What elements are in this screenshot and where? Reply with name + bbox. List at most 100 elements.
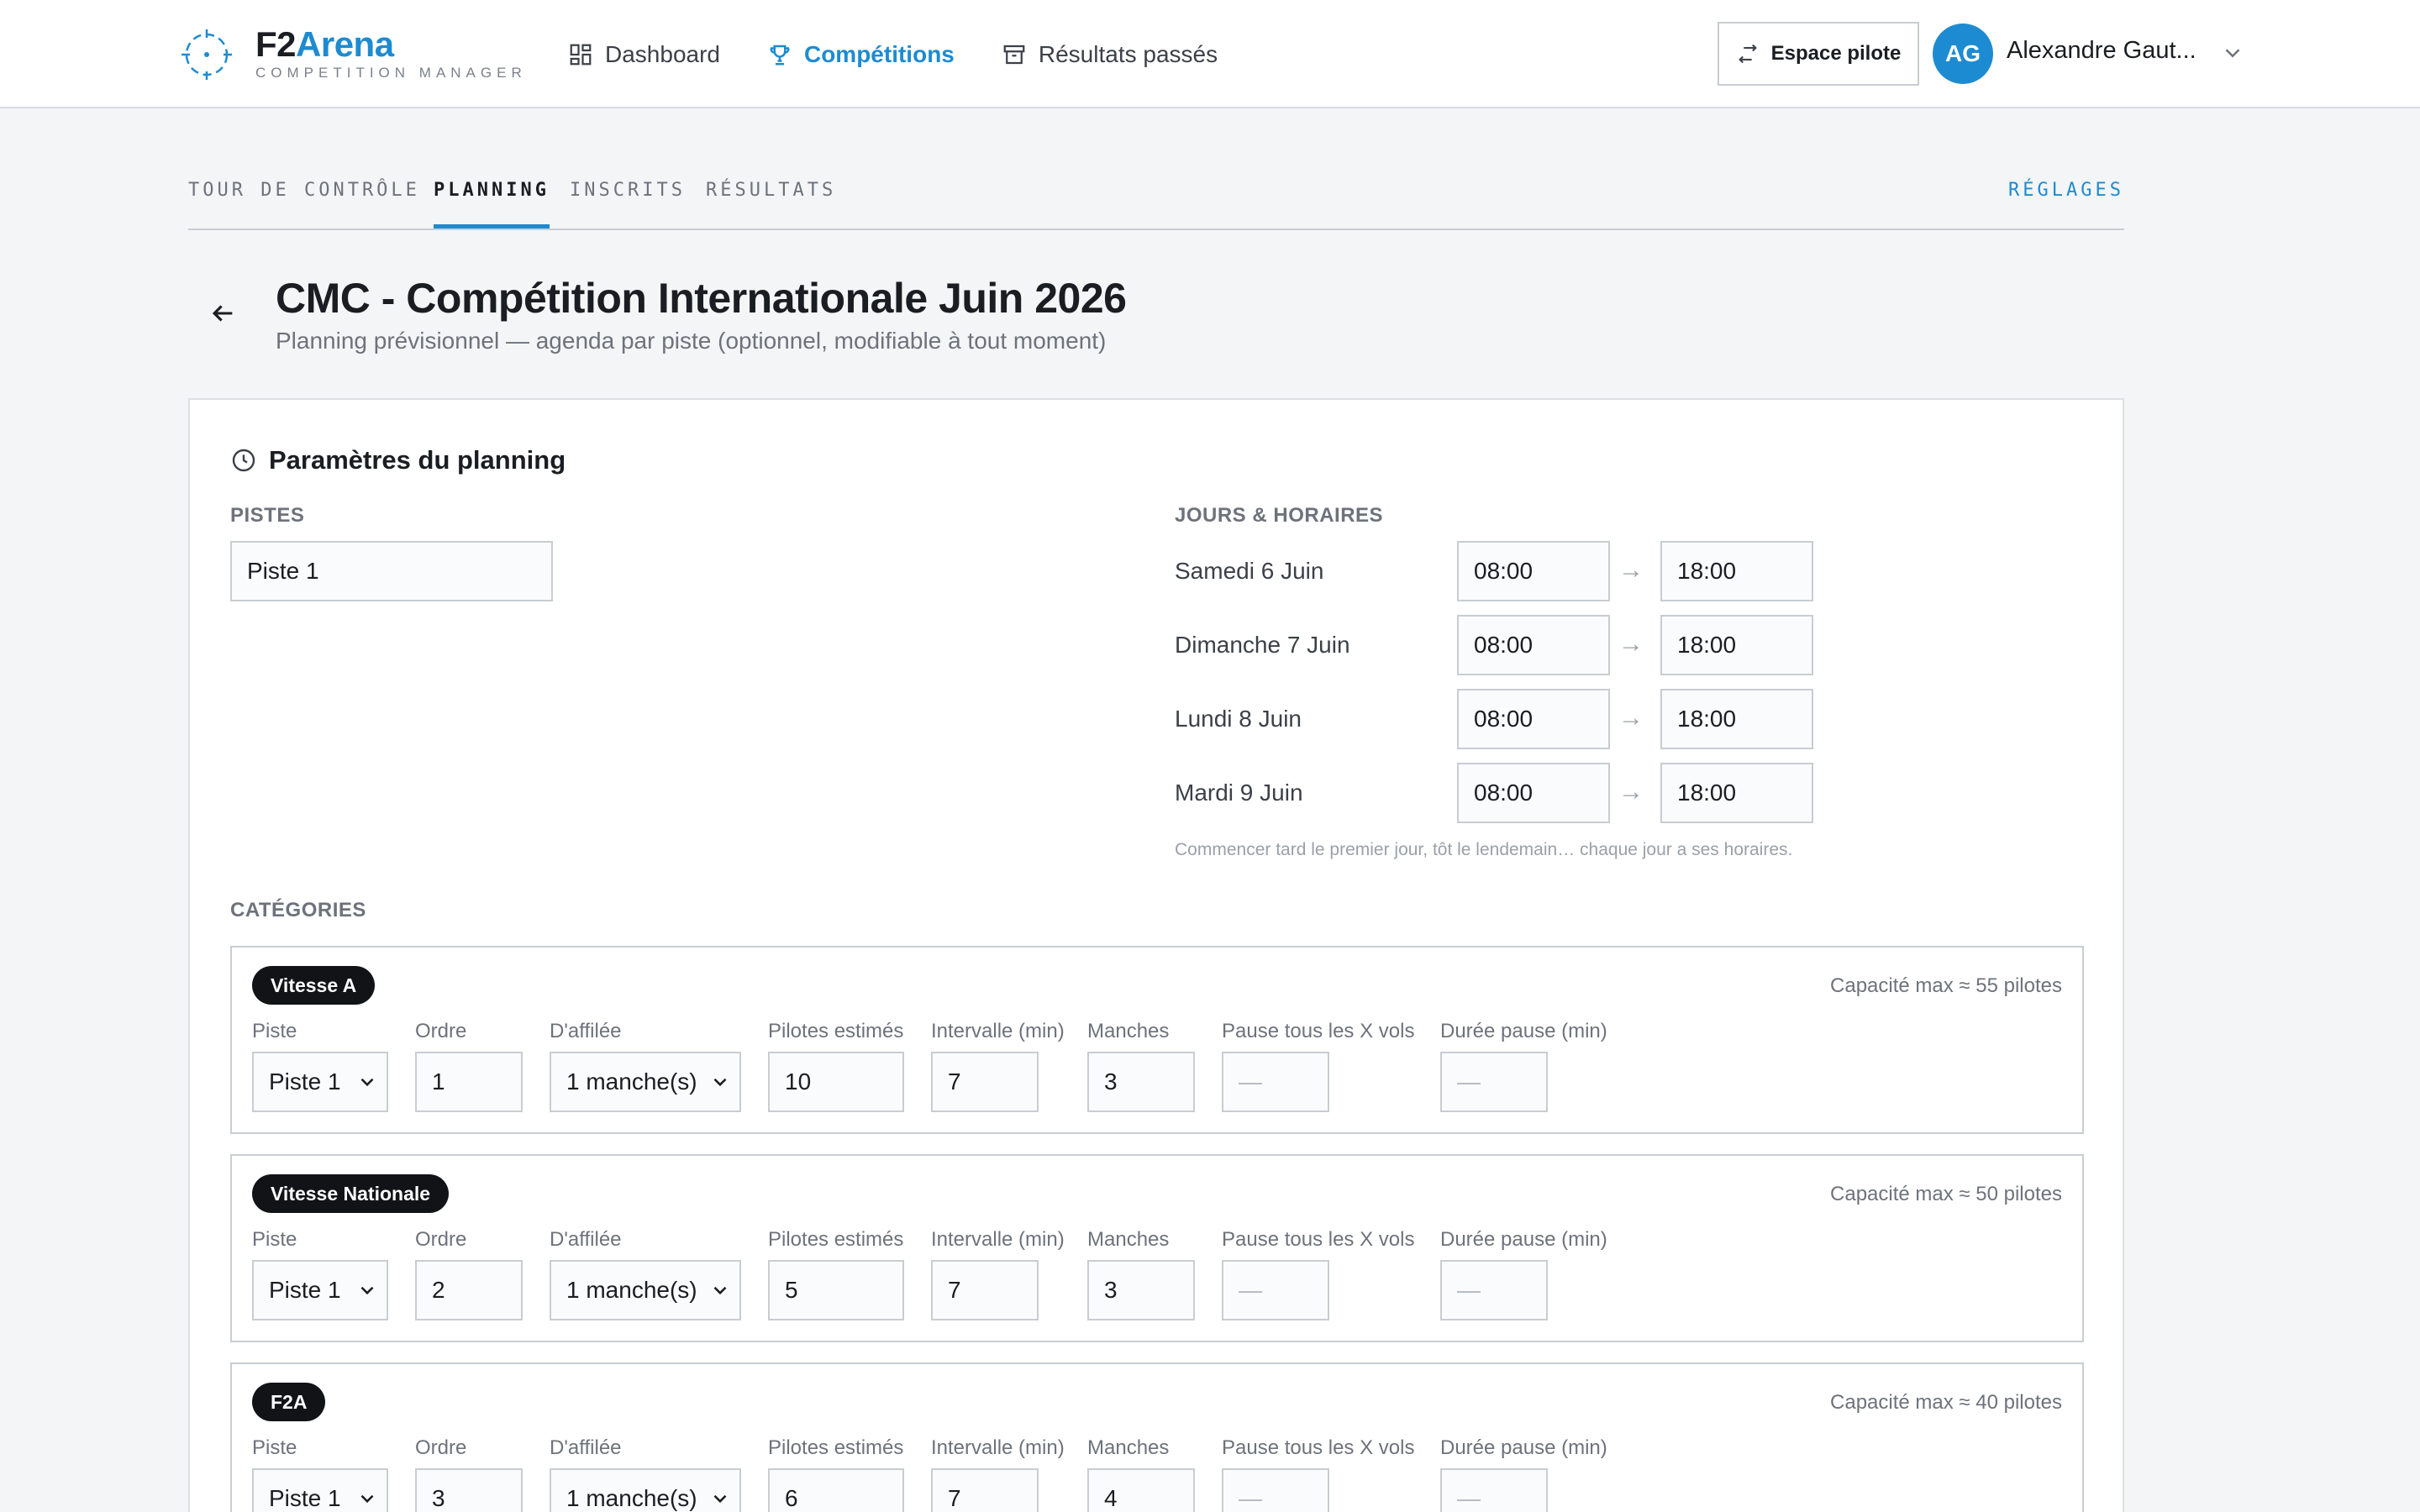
pilotes-input[interactable]: 5 [768, 1260, 904, 1320]
pause-duree-input[interactable]: — [1440, 1052, 1548, 1112]
chevron-down-icon [360, 1494, 374, 1504]
piste-select-value: Piste 1 [269, 1068, 341, 1095]
field-label-affilee: D'affilée [550, 1020, 622, 1042]
arrow-right-icon: → [1618, 630, 1644, 658]
back-arrow-icon[interactable] [208, 299, 237, 328]
page-title: CMC - Compétition Internationale Juin 20… [276, 275, 1127, 322]
day-start-time[interactable] [1457, 763, 1610, 823]
pilot-space-button[interactable]: Espace pilote [1718, 22, 1919, 86]
field-label-piste: Piste [252, 1436, 297, 1459]
piste-name-input[interactable] [230, 541, 553, 601]
category-badge: Vitesse Nationale [252, 1174, 450, 1213]
field-label-intervalle: Intervalle (min) [931, 1228, 1065, 1251]
avatar[interactable]: AG [1933, 24, 1993, 84]
manches-input[interactable]: 3 [1087, 1052, 1195, 1112]
category-card: Vitesse Nationale Capacité max ≈ 50 pilo… [230, 1154, 2084, 1342]
piste-select-value: Piste 1 [269, 1485, 341, 1511]
tab-tour-de-controle[interactable]: TOUR DE CONTRÔLE [188, 180, 420, 224]
day-label: Samedi 6 Juin [1175, 558, 1324, 584]
nav-past-results[interactable]: Résultats passés [1002, 41, 1218, 68]
field-label-pause-duree: Durée pause (min) [1440, 1020, 1607, 1042]
day-label: Dimanche 7 Juin [1175, 632, 1350, 658]
chevron-down-icon [360, 1078, 374, 1087]
tab-resultats[interactable]: RÉSULTATS [706, 180, 836, 224]
ordre-input[interactable]: 1 [415, 1052, 523, 1112]
day-end-time[interactable] [1660, 689, 1813, 749]
piste-select[interactable]: Piste 1 [252, 1052, 388, 1112]
field-label-pilotes: Pilotes estimés [768, 1436, 904, 1459]
field-label-piste: Piste [252, 1228, 297, 1251]
chevron-down-icon[interactable] [2220, 40, 2245, 66]
category-badge: F2A [252, 1383, 326, 1421]
pilot-space-label: Espace pilote [1770, 42, 1902, 65]
intervalle-input[interactable]: 7 [931, 1260, 1039, 1320]
planning-settings-card: Paramètres du planning PISTES JOURS & HO… [188, 398, 2124, 1512]
pause-vols-input[interactable]: — [1222, 1052, 1329, 1112]
nav-dashboard[interactable]: Dashboard [568, 41, 720, 68]
manches-input[interactable]: 3 [1087, 1260, 1195, 1320]
field-label-ordre: Ordre [415, 1436, 467, 1459]
swap-arrows-icon [1738, 44, 1757, 64]
field-label-manches: Manches [1087, 1020, 1170, 1042]
day-label: Lundi 8 Juin [1175, 706, 1302, 732]
arrow-right-icon: → [1618, 778, 1644, 806]
day-start-time[interactable] [1457, 615, 1610, 675]
piste-select[interactable]: Piste 1 [252, 1260, 388, 1320]
trophy-icon [770, 45, 790, 66]
brand-name-part1: F2 [255, 24, 297, 64]
main-nav: Dashboard Compétitions Résultats passés [568, 34, 1265, 76]
ordre-input[interactable]: 2 [415, 1260, 523, 1320]
affilee-select[interactable]: 1 manche(s) [550, 1468, 741, 1512]
chevron-down-icon [713, 1286, 727, 1295]
pause-duree-input[interactable]: — [1440, 1260, 1548, 1320]
card-title: Paramètres du planning [269, 445, 566, 475]
user-name[interactable]: Alexandre Gaut... [2007, 37, 2208, 65]
category-capacity: Capacité max ≈ 50 pilotes [1830, 1183, 2062, 1205]
field-label-intervalle: Intervalle (min) [931, 1436, 1065, 1459]
nav-past-results-label: Résultats passés [1038, 41, 1218, 67]
pilotes-input[interactable]: 6 [768, 1468, 904, 1512]
day-end-time[interactable] [1660, 541, 1813, 601]
field-label-pilotes: Pilotes estimés [768, 1020, 904, 1042]
intervalle-input[interactable]: 7 [931, 1468, 1039, 1512]
chevron-down-icon [360, 1286, 374, 1295]
nav-competitions[interactable]: Compétitions [767, 41, 955, 68]
days-label: JOURS & HORAIRES [1175, 504, 1384, 527]
competition-tabs: TOUR DE CONTRÔLE PLANNING INSCRITS RÉSUL… [188, 168, 2124, 230]
field-label-ordre: Ordre [415, 1228, 467, 1251]
pause-vols-input[interactable]: — [1222, 1260, 1329, 1320]
brand-name-part2: Arena [296, 24, 394, 64]
pause-vols-input[interactable]: — [1222, 1468, 1329, 1512]
app-logo[interactable]: F2Arena COMPETITION MANAGER [180, 25, 527, 84]
affilee-select-value: 1 manche(s) [566, 1068, 697, 1095]
pilotes-input[interactable]: 10 [768, 1052, 904, 1112]
tab-reglages[interactable]: RÉGLAGES [2008, 180, 2124, 224]
field-label-piste: Piste [252, 1020, 297, 1042]
tab-inscrits[interactable]: INSCRITS [570, 180, 686, 224]
intervalle-input[interactable]: 7 [931, 1052, 1039, 1112]
affilee-select[interactable]: 1 manche(s) [550, 1260, 741, 1320]
arrow-right-icon: → [1618, 704, 1644, 732]
field-label-affilee: D'affilée [550, 1228, 622, 1251]
tab-planning[interactable]: PLANNING [434, 180, 550, 228]
category-card: Vitesse A Capacité max ≈ 55 pilotes Pist… [230, 946, 2084, 1134]
field-label-pause-duree: Durée pause (min) [1440, 1436, 1607, 1459]
day-start-time[interactable] [1457, 541, 1610, 601]
day-end-time[interactable] [1660, 763, 1813, 823]
arrow-right-icon: → [1618, 556, 1644, 584]
piste-select[interactable]: Piste 1 [252, 1468, 388, 1512]
day-end-time[interactable] [1660, 615, 1813, 675]
affilee-select[interactable]: 1 manche(s) [550, 1052, 741, 1112]
field-label-pause-duree: Durée pause (min) [1440, 1228, 1607, 1251]
days-hint: Commencer tard le premier jour, tôt le l… [1175, 840, 1793, 859]
field-label-pilotes: Pilotes estimés [768, 1228, 904, 1251]
day-start-time[interactable] [1457, 689, 1610, 749]
manches-input[interactable]: 4 [1087, 1468, 1195, 1512]
pause-duree-input[interactable]: — [1440, 1468, 1548, 1512]
field-label-manches: Manches [1087, 1228, 1170, 1251]
field-label-pause-vols: Pause tous les X vols [1222, 1228, 1415, 1251]
nav-dashboard-label: Dashboard [605, 41, 720, 67]
ordre-input[interactable]: 3 [415, 1468, 523, 1512]
brand-tagline: COMPETITION MANAGER [255, 65, 527, 81]
nav-competitions-label: Compétitions [803, 41, 955, 67]
